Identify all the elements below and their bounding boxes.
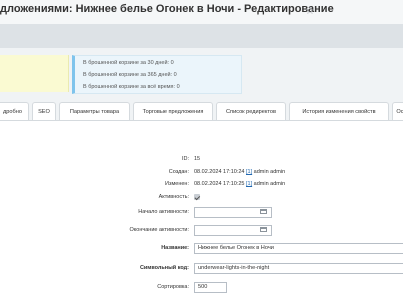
- changed-user-id-link[interactable]: [1]: [246, 181, 252, 187]
- changed-date: 08.02.2024 17:10:25: [194, 181, 245, 187]
- tab-property-history[interactable]: История изменения свойств: [289, 102, 389, 120]
- code-input[interactable]: underwear-lights-in-the-night: [194, 263, 403, 274]
- active-to-label: Окончание активности:: [129, 227, 189, 233]
- active-label: Активность:: [158, 194, 189, 200]
- title-bar: дложениями: Нижнее белье Огонек в Ночи -…: [0, 0, 403, 24]
- changed-label: Изменен:: [165, 181, 189, 187]
- created-value: 08.02.2024 17:10:24 [1] admin admin: [194, 169, 285, 175]
- created-user-name: admin admin: [253, 169, 286, 175]
- active-from-label: Начало активности:: [138, 209, 189, 215]
- tab-details[interactable]: дробно: [0, 102, 29, 120]
- id-label: ID:: [181, 156, 189, 162]
- code-label: Символьный код:: [139, 265, 189, 271]
- created-label: Создан:: [168, 169, 189, 175]
- tab-more[interactable]: Ос: [392, 102, 403, 120]
- tab-redirects[interactable]: Список редиректов: [216, 102, 286, 120]
- name-input[interactable]: Нижнее белье Огонек в Ночи: [194, 243, 403, 254]
- active-checkbox[interactable]: [194, 194, 200, 200]
- star-icon[interactable]: ☆: [305, 4, 315, 17]
- toolbar-band: [0, 24, 403, 48]
- calendar-icon[interactable]: [260, 227, 267, 232]
- created-user-id-link[interactable]: [1]: [246, 169, 252, 175]
- info-line: В брошенной корзине за 365 дней: 0: [83, 72, 177, 78]
- page-title: дложениями: Нижнее белье Огонек в Ночи -…: [0, 3, 334, 15]
- created-date: 08.02.2024 17:10:24: [194, 169, 245, 175]
- tab-offers[interactable]: Торговые предложения: [133, 102, 213, 120]
- tab-seo[interactable]: SEO: [32, 102, 56, 120]
- notice-panel: [0, 55, 69, 92]
- name-label: Название:: [161, 245, 189, 251]
- calendar-icon[interactable]: [260, 209, 267, 214]
- id-value: 15: [194, 156, 201, 162]
- sort-input[interactable]: 500: [194, 282, 227, 293]
- changed-value: 08.02.2024 17:10:25 [1] admin admin: [194, 181, 285, 187]
- info-line: В брошенной корзине за 30 дней: 0: [83, 60, 174, 66]
- abandoned-cart-info: В брошенной корзине за 30 дней: 0 В брош…: [72, 55, 242, 94]
- sort-label: Сортировка:: [157, 284, 189, 290]
- changed-user-name: admin admin: [253, 181, 286, 187]
- info-line: В брошенной корзине за всё время: 0: [83, 84, 180, 90]
- tab-product-params[interactable]: Параметры товара: [59, 102, 130, 120]
